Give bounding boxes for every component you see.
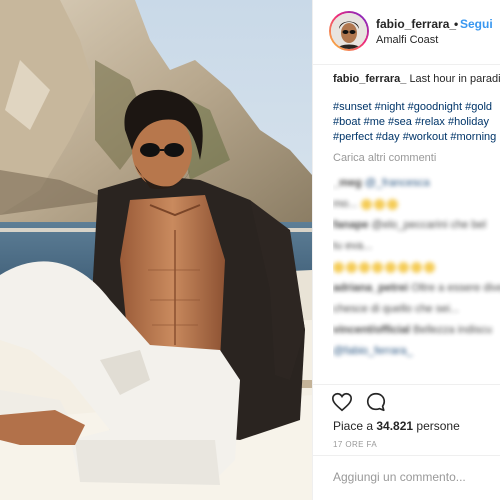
likes-prefix: Piace a bbox=[333, 419, 377, 433]
comment-text: @_francesca bbox=[364, 177, 430, 189]
emoji-icon bbox=[386, 198, 398, 210]
emoji-icon bbox=[385, 261, 396, 273]
comment-item bbox=[333, 260, 500, 275]
comment-text: Oltre a essere dive bbox=[411, 282, 500, 294]
comment-extra: chesce di quello che sei... bbox=[333, 303, 459, 315]
comment-text: Bellezza indiscu bbox=[413, 324, 492, 336]
emoji-icon bbox=[411, 261, 422, 273]
comment-item: fanape @elo_peccarini che bel bbox=[333, 218, 500, 233]
comment-item: chesce di quello che sei... bbox=[333, 302, 500, 317]
caption-username[interactable]: fabio_ferrara_ bbox=[333, 73, 406, 85]
comment-item: _meg @_francesca bbox=[333, 176, 500, 191]
emoji-icon bbox=[424, 261, 435, 273]
avatar-story-ring[interactable] bbox=[329, 11, 369, 51]
comment-text: @elo_peccarini che bel bbox=[371, 219, 487, 231]
hashtag-block: #sunset #night #goodnight #gold #boat #m… bbox=[333, 100, 500, 145]
emoji-icon bbox=[333, 261, 344, 273]
hashtag-line[interactable]: #sunset #night #goodnight #gold bbox=[333, 100, 500, 115]
separator-dot: • bbox=[454, 17, 459, 31]
avatar[interactable] bbox=[331, 13, 367, 49]
comment-item: @fabio_ferrara_ bbox=[333, 344, 500, 359]
comment-username[interactable]: vincent/official bbox=[333, 324, 410, 336]
add-comment-bar bbox=[313, 455, 500, 501]
post-photo[interactable] bbox=[0, 0, 312, 500]
load-more-comments-link[interactable]: Carica altri commenti bbox=[333, 151, 500, 166]
emoji-icon bbox=[346, 261, 357, 273]
follow-button[interactable]: Segui bbox=[460, 17, 493, 31]
heart-icon[interactable] bbox=[331, 391, 353, 413]
blurred-comments: _meg @_francesca mo... fanape @elo_pecca… bbox=[333, 176, 500, 359]
avatar-image bbox=[331, 13, 367, 49]
comment-item: vincent/official Bellezza indiscu bbox=[333, 323, 500, 338]
comment-item: adriana_petrei Oltre a essere dive bbox=[333, 281, 500, 296]
comment-extra: tu eva... bbox=[333, 240, 373, 252]
likes-suffix: persone bbox=[413, 419, 460, 433]
likes-number: 34.821 bbox=[376, 419, 414, 433]
add-comment-input[interactable] bbox=[333, 470, 493, 484]
likes-count[interactable]: Piace a 34.821 persone bbox=[333, 419, 460, 433]
comment-item: tu eva... bbox=[333, 239, 500, 254]
comment-icon[interactable] bbox=[365, 391, 387, 413]
emoji-icon bbox=[373, 198, 385, 210]
comment-username[interactable]: _meg bbox=[333, 177, 362, 189]
location-link[interactable]: Amalfi Coast bbox=[376, 34, 438, 46]
hashtag-line[interactable]: #boat #me #sea #relax #holiday bbox=[333, 115, 500, 130]
photo-scene bbox=[0, 0, 312, 500]
post-actions: Piace a 34.821 persone 17 ORE FA bbox=[313, 384, 500, 455]
header-username[interactable]: fabio_ferrara_ bbox=[376, 17, 456, 31]
post-caption: fabio_ferrara_ Last hour in paradise bbox=[333, 72, 500, 87]
post-details-panel: fabio_ferrara_ • Segui Amalfi Coast fabi… bbox=[312, 0, 500, 500]
post-header: fabio_ferrara_ • Segui Amalfi Coast bbox=[313, 0, 500, 65]
caption-text: Last hour in paradise bbox=[409, 73, 500, 85]
post-timestamp[interactable]: 17 ORE FA bbox=[333, 440, 377, 449]
emoji-icon bbox=[359, 261, 370, 273]
comment-username[interactable]: fanape bbox=[333, 219, 368, 231]
emoji-icon bbox=[372, 261, 383, 273]
comment-extra: mo... bbox=[333, 198, 358, 210]
emoji-icon bbox=[398, 261, 409, 273]
comments-section[interactable]: fabio_ferrara_ Last hour in paradise #su… bbox=[333, 72, 500, 382]
comment-item: mo... bbox=[333, 197, 500, 212]
comment-extra: @fabio_ferrara_ bbox=[333, 345, 413, 357]
emoji-icon bbox=[360, 198, 372, 210]
hashtag-line[interactable]: #perfect #day #workout #morning bbox=[333, 130, 500, 145]
comment-username[interactable]: adriana_petrei bbox=[333, 282, 408, 294]
